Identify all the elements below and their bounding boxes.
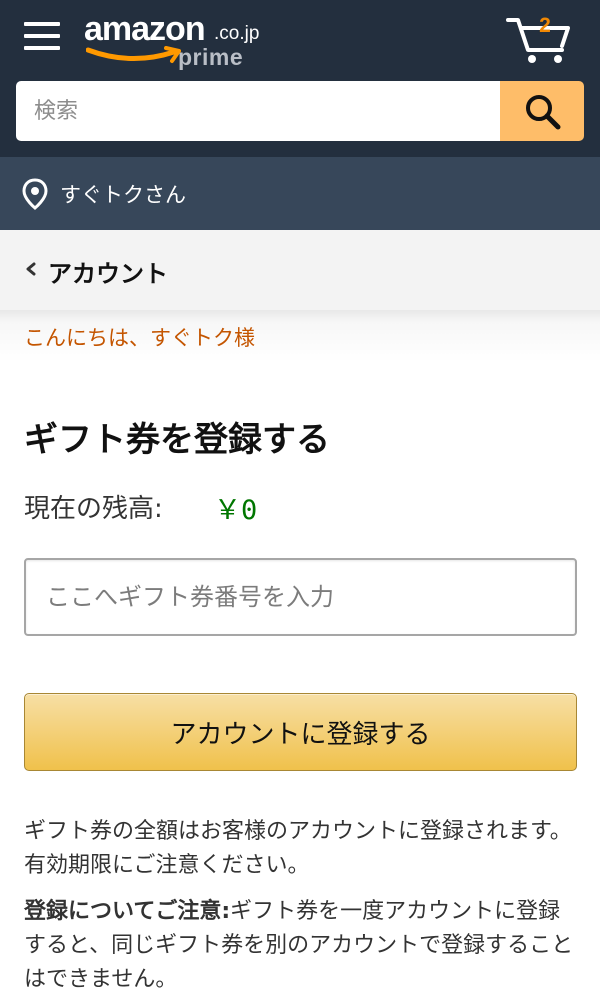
logo-tld: .co.jp — [214, 23, 260, 44]
cart-button[interactable]: 2 — [504, 12, 574, 66]
breadcrumb-back[interactable]: アカウント — [0, 230, 600, 310]
search-button[interactable] — [500, 81, 584, 141]
redeem-gift-card-button[interactable]: アカウントに登録する — [24, 693, 577, 771]
balance-label: 現在の残高: — [24, 494, 163, 524]
balance-value: ￥0 — [214, 495, 258, 526]
warning-label: 登録についてご注意: — [24, 899, 231, 924]
smile-arrow-icon — [86, 46, 181, 63]
search-icon — [526, 95, 561, 130]
gift-card-code-input[interactable] — [24, 558, 577, 636]
hamburger-menu-icon[interactable] — [24, 20, 60, 52]
cart-count-badge: 2 — [539, 14, 551, 37]
location-pin-icon — [22, 178, 48, 210]
delivery-location-bar[interactable]: すぐトクさん — [0, 157, 600, 230]
location-label: すぐトクさん — [60, 183, 186, 207]
back-label: アカウント — [48, 260, 168, 288]
gift-card-info-text: ギフト券の全額はお客様のアカウントに登録されます。有効期限にご注意ください。 — [24, 819, 572, 878]
chevron-left-icon — [26, 262, 36, 276]
page-title: ギフト券を登録する — [24, 420, 330, 460]
search-input[interactable] — [16, 81, 502, 141]
greeting-text: こんにちは、すぐトク様 — [24, 326, 255, 350]
logo-prime: prime — [178, 44, 244, 70]
search-bar — [16, 81, 584, 141]
registration-warning-text: 登録についてご注意:ギフト券を一度アカウントに登録すると、同じギフト券を別のアカ… — [24, 895, 580, 997]
greeting-bar: こんにちは、すぐトク様 — [0, 310, 600, 362]
top-header: amazon .co.jp prime 2 — [0, 0, 600, 157]
amazon-prime-logo[interactable]: amazon .co.jp prime — [84, 8, 284, 74]
